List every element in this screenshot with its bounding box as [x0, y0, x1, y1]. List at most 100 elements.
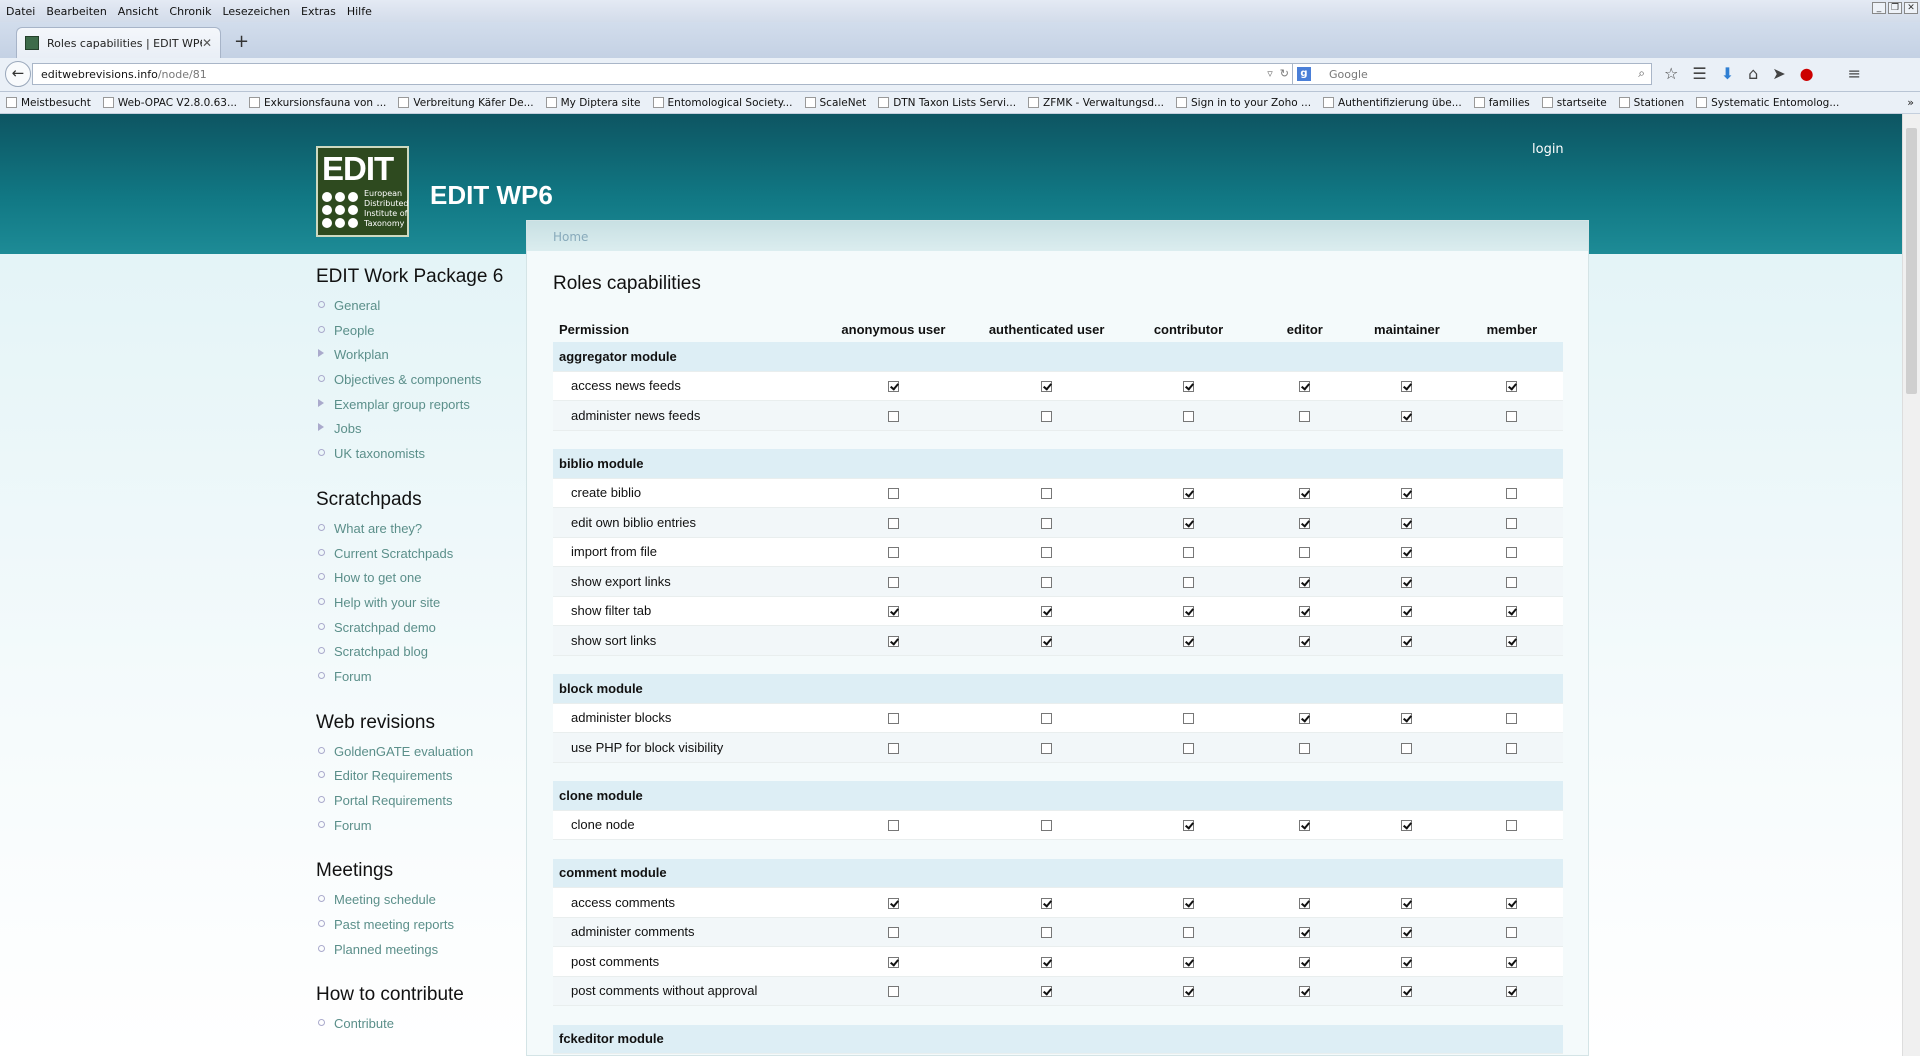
menu-item-6[interactable]: Hilfe — [347, 5, 372, 18]
sidebar-item[interactable]: Scratchpad demo — [316, 620, 516, 645]
checked-checkbox[interactable] — [1041, 381, 1053, 393]
checked-checkbox[interactable] — [1182, 517, 1194, 529]
checked-checkbox[interactable] — [1299, 927, 1311, 939]
menu-item-0[interactable]: Datei — [6, 5, 35, 18]
sidebar-item[interactable]: Planned meetings — [316, 942, 516, 967]
site-logo[interactable]: EDIT European Distributed Institute of T… — [316, 146, 409, 237]
unchecked-checkbox[interactable] — [1299, 410, 1311, 422]
magnifier-icon[interactable]: ⌕ — [1638, 66, 1645, 81]
restore-icon[interactable]: ❐ — [1888, 2, 1902, 14]
sidebar-item[interactable]: Past meeting reports — [316, 917, 516, 942]
checked-checkbox[interactable] — [1299, 897, 1311, 909]
checked-checkbox[interactable] — [1401, 410, 1413, 422]
bookmark-item[interactable]: Entomological Society... — [652, 97, 793, 109]
checked-checkbox[interactable] — [1299, 956, 1311, 968]
unchecked-checkbox[interactable] — [1182, 410, 1194, 422]
unchecked-checkbox[interactable] — [1041, 488, 1053, 500]
checked-checkbox[interactable] — [1299, 488, 1311, 500]
sidebar-item-label[interactable]: Meeting schedule — [334, 892, 436, 907]
checked-checkbox[interactable] — [1299, 576, 1311, 588]
scrollbar-thumb[interactable] — [1906, 128, 1917, 394]
unchecked-checkbox[interactable] — [1041, 517, 1053, 529]
menu-item-3[interactable]: Chronik — [169, 5, 211, 18]
bookmark-item[interactable]: startseite — [1541, 97, 1607, 109]
checked-checkbox[interactable] — [1401, 381, 1413, 393]
unchecked-checkbox[interactable] — [1506, 547, 1518, 559]
checked-checkbox[interactable] — [1182, 956, 1194, 968]
unchecked-checkbox[interactable] — [1041, 820, 1053, 832]
checked-checkbox[interactable] — [1041, 897, 1053, 909]
bookmark-item[interactable]: Stationen — [1618, 97, 1684, 109]
checked-checkbox[interactable] — [887, 897, 899, 909]
sidebar-item-label[interactable]: Past meeting reports — [334, 917, 454, 932]
sidebar-item[interactable]: General — [316, 298, 516, 323]
sidebar-item[interactable]: Meeting schedule — [316, 892, 516, 917]
download-icon[interactable]: ⬇ — [1721, 64, 1734, 83]
checked-checkbox[interactable] — [887, 606, 899, 618]
sidebar-item[interactable]: Editor Requirements — [316, 768, 516, 793]
sidebar-item-label[interactable]: General — [334, 298, 380, 313]
breadcrumb[interactable]: Home — [527, 221, 1588, 251]
unchecked-checkbox[interactable] — [1401, 742, 1413, 754]
sidebar-item-label[interactable]: Exemplar group reports — [334, 397, 470, 412]
minimize-icon[interactable]: _ — [1872, 2, 1886, 14]
unchecked-checkbox[interactable] — [1182, 576, 1194, 588]
sidebar-item-label[interactable]: Objectives & components — [334, 372, 481, 387]
sidebar-item[interactable]: Objectives & components — [316, 372, 516, 397]
sidebar-item[interactable]: GoldenGATE evaluation — [316, 744, 516, 769]
sidebar-item-label[interactable]: Jobs — [334, 421, 361, 436]
bookmark-item[interactable]: DTN Taxon Lists Servi... — [878, 97, 1016, 109]
unchecked-checkbox[interactable] — [1506, 820, 1518, 832]
sidebar-item[interactable]: Jobs — [316, 421, 516, 446]
checked-checkbox[interactable] — [1299, 713, 1311, 725]
unchecked-checkbox[interactable] — [887, 820, 899, 832]
checked-checkbox[interactable] — [1182, 820, 1194, 832]
unchecked-checkbox[interactable] — [1041, 742, 1053, 754]
checked-checkbox[interactable] — [1401, 927, 1413, 939]
checked-checkbox[interactable] — [1299, 517, 1311, 529]
back-arrow-icon[interactable]: ← — [5, 61, 31, 87]
sidebar-item-label[interactable]: Forum — [334, 669, 372, 684]
sidebar-item-label[interactable]: Editor Requirements — [334, 768, 453, 783]
checked-checkbox[interactable] — [1299, 820, 1311, 832]
sidebar-item[interactable]: Help with your site — [316, 595, 516, 620]
checked-checkbox[interactable] — [1506, 956, 1518, 968]
sidebar-item[interactable]: Forum — [316, 669, 516, 694]
sidebar-item-label[interactable]: How to get one — [334, 570, 421, 585]
unchecked-checkbox[interactable] — [887, 517, 899, 529]
checked-checkbox[interactable] — [1506, 897, 1518, 909]
unchecked-checkbox[interactable] — [887, 713, 899, 725]
bookmark-item[interactable]: Systematic Entomolog... — [1696, 97, 1839, 109]
unchecked-checkbox[interactable] — [1506, 488, 1518, 500]
checked-checkbox[interactable] — [1041, 986, 1053, 998]
send-icon[interactable]: ➤ — [1772, 64, 1785, 83]
checked-checkbox[interactable] — [1299, 986, 1311, 998]
unchecked-checkbox[interactable] — [1182, 713, 1194, 725]
unchecked-checkbox[interactable] — [1041, 576, 1053, 588]
sidebar-item-label[interactable]: What are they? — [334, 521, 422, 536]
menu-item-5[interactable]: Extras — [301, 5, 336, 18]
sidebar-item-label[interactable]: People — [334, 323, 374, 338]
search-input[interactable]: g Google ⌕ — [1292, 63, 1652, 85]
bookmark-item[interactable]: Web-OPAC V2.8.0.63... — [102, 97, 237, 109]
sidebar-item-label[interactable]: Forum — [334, 818, 372, 833]
bookmarks-overflow-icon[interactable]: » — [1907, 96, 1914, 109]
bookmark-item[interactable]: ZFMK - Verwaltungsd... — [1028, 97, 1164, 109]
bookmark-item[interactable]: Authentifizierung übe... — [1323, 97, 1462, 109]
checked-checkbox[interactable] — [1401, 606, 1413, 618]
sidebar-item[interactable]: How to get one — [316, 570, 516, 595]
menu-item-4[interactable]: Lesezeichen — [222, 5, 290, 18]
bookmark-item[interactable]: ScaleNet — [804, 97, 866, 109]
checked-checkbox[interactable] — [1299, 381, 1311, 393]
reading-list-icon[interactable]: ☰ — [1692, 64, 1706, 83]
checked-checkbox[interactable] — [1401, 956, 1413, 968]
unchecked-checkbox[interactable] — [1506, 576, 1518, 588]
bookmark-item[interactable]: Verbreitung Käfer De... — [398, 97, 534, 109]
sidebar-item-label[interactable]: Scratchpad demo — [334, 620, 436, 635]
checked-checkbox[interactable] — [1299, 606, 1311, 618]
checked-checkbox[interactable] — [1182, 986, 1194, 998]
adblock-icon[interactable]: ● — [1800, 64, 1814, 83]
login-link[interactable]: login — [1532, 142, 1564, 157]
sidebar-item[interactable]: What are they? — [316, 521, 516, 546]
checked-checkbox[interactable] — [887, 635, 899, 647]
